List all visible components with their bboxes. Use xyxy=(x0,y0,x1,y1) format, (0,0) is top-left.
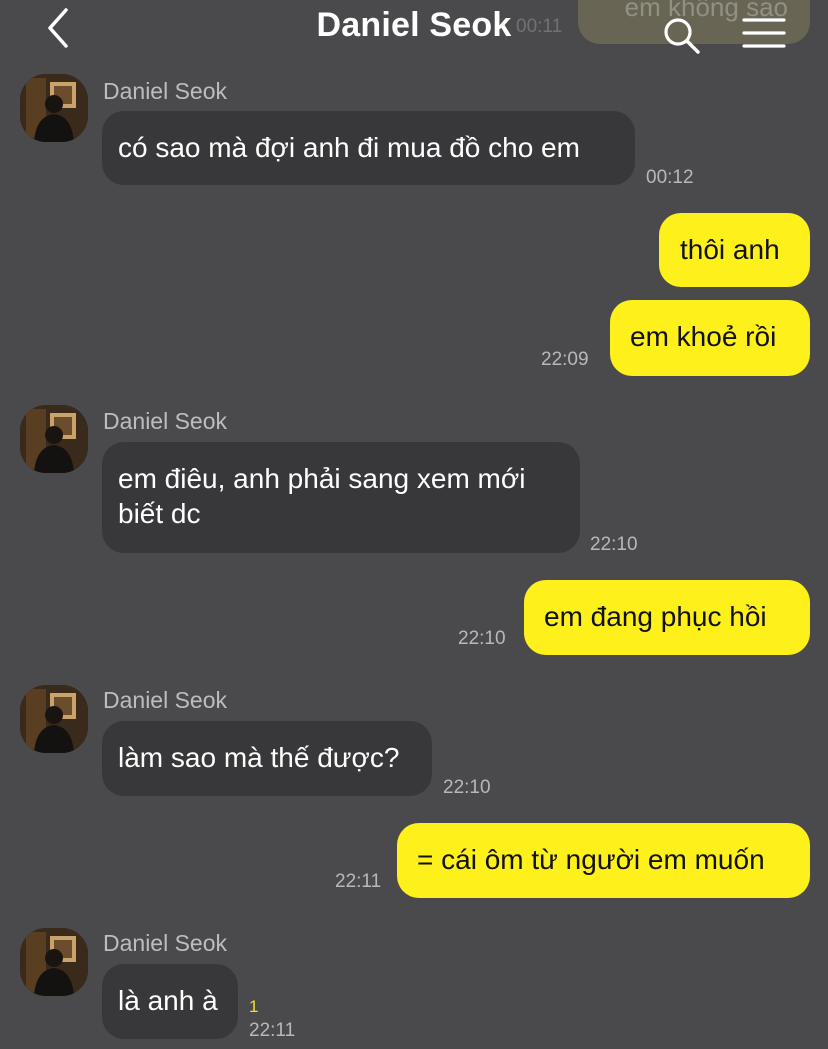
unread-count: 1 xyxy=(249,997,259,1016)
message-text: có sao mà đợi anh đi mua đồ cho em xyxy=(118,132,580,163)
contact-avatar[interactable] xyxy=(20,928,88,996)
sender-name: Daniel Seok xyxy=(103,687,228,713)
message-time: 22:10 xyxy=(443,777,491,798)
message-text: thôi anh xyxy=(680,234,780,265)
sender-name: Daniel Seok xyxy=(103,78,228,104)
avatar-photo xyxy=(20,685,88,753)
search-button[interactable] xyxy=(660,14,702,56)
contact-avatar[interactable] xyxy=(20,74,88,142)
menu-button[interactable] xyxy=(740,14,788,54)
sender-name: Daniel Seok xyxy=(103,408,228,434)
chat-header: Daniel Seok xyxy=(0,0,828,60)
message-text: em khoẻ rồi xyxy=(630,321,777,352)
message-bubble-incoming[interactable]: có sao mà đợi anh đi mua đồ cho em xyxy=(102,111,635,185)
message-bubble-incoming[interactable]: là anh à xyxy=(102,964,238,1039)
message-time: 00:12 xyxy=(646,167,694,188)
hamburger-menu-icon xyxy=(742,18,786,48)
message-time: 22:09 xyxy=(541,349,589,370)
avatar-photo xyxy=(20,928,88,996)
message-text: làm sao mà thế được? xyxy=(118,742,400,773)
message-time: 22:10 xyxy=(590,534,638,555)
message-bubble-incoming[interactable]: làm sao mà thế được? xyxy=(102,721,432,796)
message-bubble-outgoing[interactable]: em khoẻ rồi xyxy=(610,300,810,376)
message-bubble-outgoing[interactable]: = cái ôm từ người em muốn xyxy=(397,823,810,898)
search-icon xyxy=(664,18,700,54)
message-time: 22:10 xyxy=(458,628,506,649)
contact-avatar[interactable] xyxy=(20,405,88,473)
message-time: 22:11 xyxy=(249,1020,296,1041)
message-bubble-outgoing[interactable]: em đang phục hồi xyxy=(524,580,810,655)
avatar-photo xyxy=(20,74,88,142)
avatar-photo xyxy=(20,405,88,473)
message-bubble-outgoing[interactable]: thôi anh xyxy=(659,213,810,287)
contact-avatar[interactable] xyxy=(20,685,88,753)
message-time: 22:11 xyxy=(335,871,382,892)
message-text: = cái ôm từ người em muốn xyxy=(417,844,765,875)
message-bubble-incoming[interactable]: em điêu, anh phải sang xem mới biết dc xyxy=(102,442,580,553)
message-text: em điêu, anh phải sang xem mới biết dc xyxy=(118,463,526,529)
chat-title: Daniel Seok xyxy=(316,6,512,44)
message-text: em đang phục hồi xyxy=(544,601,767,632)
message-text: là anh à xyxy=(118,985,218,1016)
sender-name: Daniel Seok xyxy=(103,930,228,956)
